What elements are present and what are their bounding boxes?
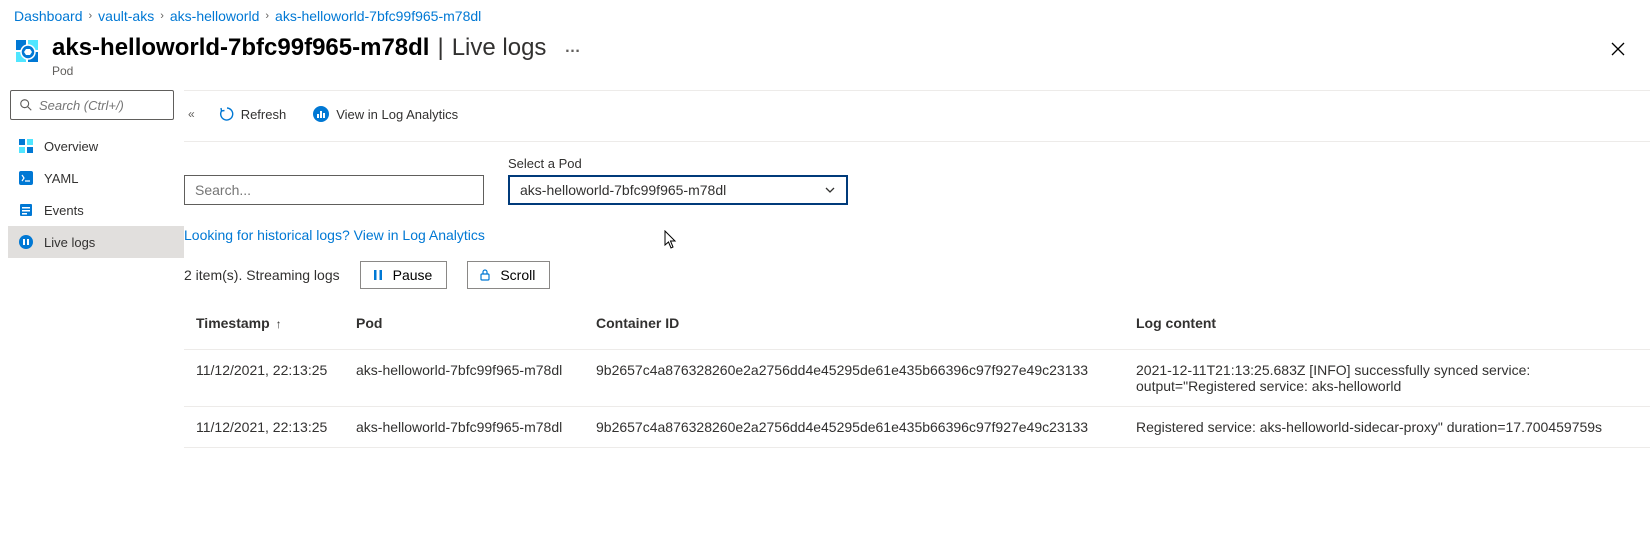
refresh-label: Refresh [241, 107, 287, 122]
table-cell: aks-helloworld-7bfc99f965-m78dl [344, 350, 584, 407]
pause-label: Pause [393, 267, 433, 283]
table-row[interactable]: 11/12/2021, 22:13:25aks-helloworld-7bfc9… [184, 350, 1650, 407]
status-text: 2 item(s). Streaming logs [184, 267, 340, 283]
close-button[interactable] [1600, 34, 1636, 69]
sidebar-search-input[interactable] [39, 98, 165, 113]
sidebar-item-overview[interactable]: Overview [8, 130, 184, 162]
breadcrumb-link[interactable]: aks-helloworld [170, 8, 259, 24]
toolbar: « Refresh View in Log Analytics [184, 91, 1650, 142]
table-row[interactable]: 11/12/2021, 22:13:25aks-helloworld-7bfc9… [184, 407, 1650, 448]
table-cell: Registered service: aks-helloworld-sidec… [1124, 407, 1650, 448]
breadcrumb-link[interactable]: Dashboard [14, 8, 83, 24]
scroll-label: Scroll [500, 267, 535, 283]
overview-icon [18, 138, 34, 154]
table-cell: aks-helloworld-7bfc99f965-m78dl [344, 407, 584, 448]
col-header-container-id[interactable]: Container ID [584, 305, 1124, 350]
log-analytics-icon [312, 105, 330, 123]
breadcrumb: Dashboard › vault-aks › aks-helloworld ›… [0, 0, 1650, 30]
breadcrumb-link[interactable]: vault-aks [98, 8, 154, 24]
search-icon [19, 98, 33, 112]
page-title-section: Live logs [452, 34, 547, 62]
chevron-right-icon: › [160, 10, 164, 22]
table-cell: 9b2657c4a876328260e2a2756dd4e45295de61e4… [584, 350, 1124, 407]
table-cell: 11/12/2021, 22:13:25 [184, 407, 344, 448]
sort-arrow-icon: ↑ [276, 317, 282, 331]
table-cell: 9b2657c4a876328260e2a2756dd4e45295de61e4… [584, 407, 1124, 448]
chevron-right-icon: › [89, 10, 93, 22]
col-header-timestamp[interactable]: Timestamp↑ [184, 305, 344, 350]
filter-row: Select a Pod aks-helloworld-7bfc99f965-m… [184, 156, 1650, 219]
lock-icon [478, 268, 492, 282]
scroll-button[interactable]: Scroll [467, 261, 550, 289]
refresh-button[interactable]: Refresh [213, 102, 293, 126]
sidebar-item-label: Overview [44, 139, 98, 154]
content-area: « Refresh View in Log Analytics Select a… [184, 90, 1650, 448]
sidebar-item-events[interactable]: Events [8, 194, 184, 226]
chevron-right-icon: › [265, 10, 269, 22]
sidebar-search[interactable] [10, 90, 174, 120]
log-search-input[interactable] [184, 175, 484, 205]
pause-icon [371, 268, 385, 282]
events-icon [18, 202, 34, 218]
sidebar-item-livelogs[interactable]: Live logs [8, 226, 184, 258]
pod-select-label: Select a Pod [508, 156, 848, 171]
title-divider: | [433, 34, 447, 62]
historical-logs-link[interactable]: Looking for historical logs? View in Log… [184, 219, 485, 251]
yaml-icon [18, 170, 34, 186]
view-log-analytics-button[interactable]: View in Log Analytics [306, 101, 464, 127]
page-header: aks-helloworld-7bfc99f965-m78dl | Live l… [0, 30, 1650, 90]
table-cell: 2021-12-11T21:13:25.683Z [INFO] successf… [1124, 350, 1650, 407]
pause-button[interactable]: Pause [360, 261, 448, 289]
livelogs-icon [18, 234, 34, 250]
sidebar-item-yaml[interactable]: YAML [8, 162, 184, 194]
page-title-name: aks-helloworld-7bfc99f965-m78dl [52, 34, 429, 62]
more-button[interactable]: … [564, 39, 581, 57]
chevron-down-icon [824, 184, 836, 196]
page-subtitle: Pod [52, 64, 1600, 78]
sidebar-item-label: Events [44, 203, 84, 218]
pod-select-value: aks-helloworld-7bfc99f965-m78dl [520, 182, 726, 198]
sidebar: Overview YAML Events Live logs [0, 90, 184, 448]
col-header-pod[interactable]: Pod [344, 305, 584, 350]
sidebar-item-label: Live logs [44, 235, 95, 250]
view-log-analytics-label: View in Log Analytics [336, 107, 458, 122]
collapse-sidebar-button[interactable]: « [184, 107, 199, 121]
col-header-log-content[interactable]: Log content [1124, 305, 1650, 350]
refresh-icon [219, 106, 235, 122]
resource-icon [14, 38, 42, 66]
table-cell: 11/12/2021, 22:13:25 [184, 350, 344, 407]
log-table: Timestamp↑ Pod Container ID Log content … [184, 305, 1650, 448]
pod-select-dropdown[interactable]: aks-helloworld-7bfc99f965-m78dl [508, 175, 848, 205]
breadcrumb-link[interactable]: aks-helloworld-7bfc99f965-m78dl [275, 8, 481, 24]
status-row: 2 item(s). Streaming logs Pause Scroll [184, 251, 1650, 305]
sidebar-item-label: YAML [44, 171, 78, 186]
